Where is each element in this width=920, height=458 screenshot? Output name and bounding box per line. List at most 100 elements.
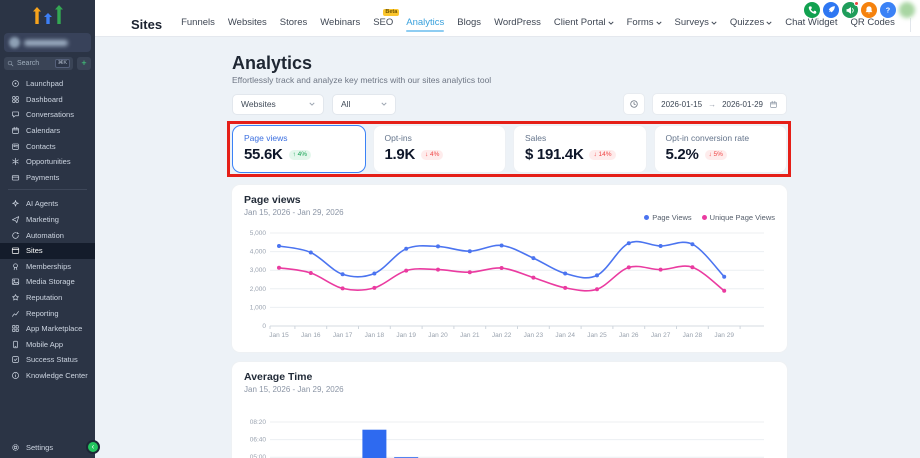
svg-text:?: ? bbox=[886, 6, 891, 15]
page-views-chart-card: Page viewsJan 15, 2026 - Jan 29, 2026Pag… bbox=[232, 185, 787, 352]
sidebar-item-label: App Marketplace bbox=[26, 324, 82, 333]
page-title: Analytics bbox=[232, 53, 787, 73]
svg-text:Jan 23: Jan 23 bbox=[524, 332, 544, 339]
beta-badge: Beta bbox=[383, 9, 399, 16]
sidebar-item-label: Sites bbox=[26, 246, 43, 255]
sidebar-item-payments[interactable]: Payments bbox=[0, 170, 95, 186]
chart-legend: Page Views Unique Page Views bbox=[644, 213, 775, 222]
date-end-value[interactable]: 2026-01-29 bbox=[722, 100, 763, 109]
sidebar-item-media-storage[interactable]: Media Storage bbox=[0, 274, 95, 290]
sites-icon bbox=[11, 246, 20, 255]
svg-text:Jan 21: Jan 21 bbox=[460, 332, 480, 339]
sidebar-item-memberships[interactable]: Memberships bbox=[0, 259, 95, 275]
megaphone-button[interactable] bbox=[842, 2, 858, 18]
tab-wordpress[interactable]: WordPress bbox=[494, 17, 541, 32]
tab-qr-codes[interactable]: QR Codes bbox=[850, 17, 894, 32]
tab-blogs[interactable]: Blogs bbox=[457, 17, 481, 32]
sidebar-item-label: Marketing bbox=[26, 215, 59, 224]
sidebar-item-launchpad[interactable]: Launchpad bbox=[0, 76, 95, 92]
sidebar-item-opportunities[interactable]: Opportunities bbox=[0, 154, 95, 170]
svg-text:08:20: 08:20 bbox=[250, 419, 267, 426]
conversations-icon bbox=[11, 110, 20, 119]
rocket-button[interactable] bbox=[823, 2, 839, 18]
metric-card-page-views[interactable]: Page views55.6K↑ 4% bbox=[232, 125, 366, 173]
quick-add-button[interactable]: + bbox=[77, 57, 91, 70]
legend-item-unique-page-views[interactable]: Unique Page Views bbox=[702, 213, 775, 222]
metric-delta-badge: ↓ 4% bbox=[421, 150, 443, 160]
tab-forms[interactable]: Forms bbox=[627, 17, 662, 32]
help-button[interactable]: ? bbox=[880, 2, 896, 18]
sidebar-item-label: Conversations bbox=[26, 110, 74, 119]
tab-funnels[interactable]: Funnels bbox=[181, 17, 215, 32]
user-avatar[interactable] bbox=[899, 2, 915, 18]
account-switcher[interactable] bbox=[4, 33, 91, 52]
tab-chat-widget[interactable]: Chat Widget bbox=[785, 17, 837, 32]
sidebar-item-dashboard[interactable]: Dashboard bbox=[0, 92, 95, 108]
sidebar-item-automation[interactable]: Automation bbox=[0, 227, 95, 243]
tab-seo[interactable]: SEOBeta bbox=[373, 17, 393, 32]
sidebar-item-knowledge-center[interactable]: Knowledge Center bbox=[0, 368, 95, 384]
tab-websites[interactable]: Websites bbox=[228, 17, 267, 32]
tab-surveys[interactable]: Surveys bbox=[675, 17, 717, 32]
tab-client-portal[interactable]: Client Portal bbox=[554, 17, 614, 32]
contacts-icon bbox=[11, 142, 20, 151]
bell-button[interactable] bbox=[861, 2, 877, 18]
tab-label: Quizzes bbox=[730, 17, 764, 28]
metric-value: 55.6K bbox=[244, 146, 283, 163]
sidebar-item-calendars[interactable]: Calendars bbox=[0, 123, 95, 139]
chevron-down-icon bbox=[656, 21, 662, 25]
site-type-select[interactable]: Websites bbox=[232, 94, 324, 115]
clock-icon bbox=[629, 99, 639, 109]
tab-label: Stores bbox=[280, 17, 307, 28]
legend-item-page-views[interactable]: Page Views bbox=[644, 213, 691, 222]
tab-quizzes[interactable]: Quizzes bbox=[730, 17, 772, 32]
metric-card-sales[interactable]: Sales$ 191.4K↓ 14% bbox=[513, 125, 647, 173]
svg-text:1,000: 1,000 bbox=[250, 304, 267, 311]
sidebar-item-app-marketplace[interactable]: App Marketplace bbox=[0, 321, 95, 337]
metric-card-opt-in-conversion-rate[interactable]: Opt-in conversion rate5.2%↓ 5% bbox=[654, 125, 788, 173]
sidebar-item-reporting[interactable]: Reporting bbox=[0, 305, 95, 321]
metric-value: 1.9K bbox=[385, 146, 416, 163]
sidebar-item-label: Memberships bbox=[26, 262, 71, 271]
page-subtitle: Effortlessly track and analyze key metri… bbox=[232, 75, 787, 85]
sidebar-item-ai-agents[interactable]: AI Agents bbox=[0, 196, 95, 212]
help-icon: ? bbox=[882, 4, 894, 16]
sidebar-item-marketing[interactable]: Marketing bbox=[0, 212, 95, 228]
svg-text:Jan 24: Jan 24 bbox=[555, 332, 575, 339]
calendars-icon bbox=[11, 126, 20, 135]
sidebar-item-mobile-app[interactable]: Mobile App bbox=[0, 337, 95, 353]
tab-webinars[interactable]: Webinars bbox=[320, 17, 360, 32]
sidebar-item-label: Reporting bbox=[26, 309, 59, 318]
sidebar-item-sites[interactable]: Sites bbox=[0, 243, 95, 259]
launchpad-icon bbox=[11, 79, 20, 88]
sidebar-item-reputation[interactable]: Reputation bbox=[0, 290, 95, 306]
svg-text:Jan 29: Jan 29 bbox=[714, 332, 734, 339]
sidebar-collapse-button[interactable]: ‹ bbox=[86, 440, 100, 454]
app-window: Search ⌘K + LaunchpadDashboard Conversati… bbox=[0, 0, 920, 458]
phone-button[interactable] bbox=[804, 2, 820, 18]
sidebar-item-settings[interactable]: Settings bbox=[0, 439, 95, 455]
date-start-value[interactable]: 2026-01-15 bbox=[661, 100, 702, 109]
svg-text:Jan 28: Jan 28 bbox=[683, 332, 703, 339]
tab-analytics[interactable]: Analytics bbox=[406, 17, 444, 32]
metric-cards: Page views55.6K↑ 4%Opt-ins1.9K↓ 4%Sales$… bbox=[232, 125, 787, 173]
app-logo-icon bbox=[0, 0, 95, 27]
sidebar-item-contacts[interactable]: Contacts bbox=[0, 138, 95, 154]
site-select[interactable]: All bbox=[332, 94, 396, 115]
bell-icon bbox=[863, 4, 875, 16]
dashboard-icon bbox=[11, 95, 20, 104]
svg-text:05:00: 05:00 bbox=[250, 454, 267, 458]
metric-card-opt-ins[interactable]: Opt-ins1.9K↓ 4% bbox=[373, 125, 507, 173]
search-input[interactable]: Search ⌘K bbox=[4, 57, 73, 70]
media-icon bbox=[11, 277, 20, 286]
metric-label: Opt-in conversion rate bbox=[666, 133, 776, 143]
account-avatar bbox=[9, 37, 20, 48]
marketplace-icon bbox=[11, 324, 20, 333]
tab-stores[interactable]: Stores bbox=[280, 17, 307, 32]
sidebar-item-success-status[interactable]: Success Status bbox=[0, 352, 95, 368]
sidebar-item-conversations[interactable]: Conversations bbox=[0, 107, 95, 123]
sites-settings-button[interactable] bbox=[910, 18, 920, 32]
date-range-picker[interactable]: 2026-01-15 → 2026-01-29 bbox=[652, 93, 787, 115]
sidebar-item-label: Success Status bbox=[26, 355, 78, 364]
refresh-interval-button[interactable] bbox=[623, 93, 645, 115]
